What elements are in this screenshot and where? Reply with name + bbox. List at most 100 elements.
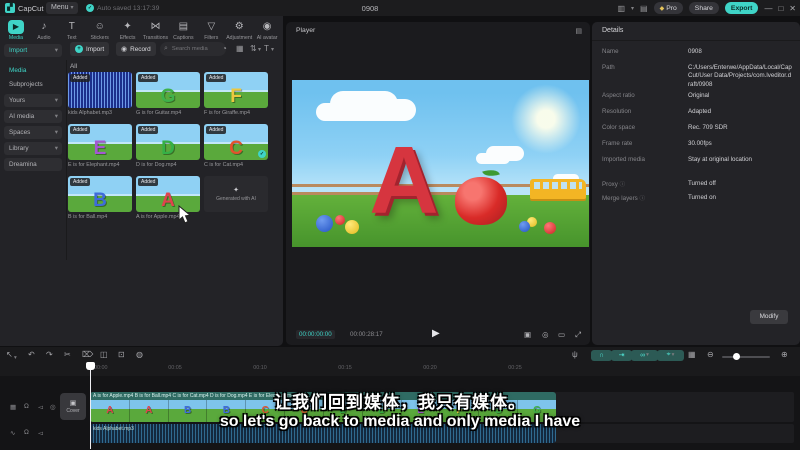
- crop-icon[interactable]: ⊡: [118, 350, 125, 360]
- player-display-icon[interactable]: ▤: [575, 27, 582, 35]
- sidebar-item-dreamina[interactable]: Dreamina: [4, 158, 62, 171]
- tab-label: Captions: [173, 35, 194, 41]
- mirror-icon[interactable]: ◫: [100, 350, 108, 360]
- media-item[interactable]: Added G G is for Guitar.mp4: [136, 72, 200, 116]
- media-thumbnail: Added D: [136, 124, 200, 160]
- mouse-cursor: [178, 205, 192, 224]
- snapshot-icon[interactable]: ▣: [524, 330, 531, 339]
- sort-caret-icon[interactable]: ▾: [258, 46, 261, 53]
- modify-button[interactable]: Modify: [750, 310, 788, 324]
- view-grid-icon[interactable]: ▦: [236, 44, 244, 53]
- link-toggle[interactable]: ∞ ▾: [631, 349, 658, 361]
- search-box[interactable]: ⌕: [160, 42, 226, 56]
- undo-icon[interactable]: ↶: [28, 350, 35, 360]
- layout-caret-icon[interactable]: ▾: [631, 5, 634, 12]
- export-button[interactable]: Export: [724, 2, 759, 14]
- media-item[interactable]: Added F F is for Giraffe.mp4: [204, 72, 268, 116]
- tab-label: Stickers: [90, 35, 109, 41]
- sidebar-import-dropdown[interactable]: Import ▾: [4, 44, 62, 57]
- info-icon[interactable]: ⓘ: [620, 182, 626, 188]
- detail-label-frame-rate: Frame rate: [602, 140, 633, 147]
- video-preview[interactable]: A: [292, 80, 589, 247]
- media-item[interactable]: Added C ✓ C is for Cat.mp4: [204, 124, 268, 168]
- media-item-name: G is for Guitar.mp4: [136, 110, 182, 116]
- detail-label-name: Name: [602, 48, 619, 55]
- split-icon[interactable]: ✂: [64, 350, 71, 360]
- media-item[interactable]: Added kids Alphabet.mp3: [68, 72, 132, 116]
- media-item[interactable]: Added D D is for Dog.mp4: [136, 124, 200, 168]
- type-filter-caret-icon[interactable]: ▾: [271, 46, 274, 53]
- ball-graphic: [315, 214, 333, 232]
- app-name: CapCut: [18, 4, 44, 13]
- added-badge: Added: [70, 126, 91, 134]
- redo-icon[interactable]: ↷: [46, 350, 53, 360]
- select-tool-icon[interactable]: ↖: [6, 350, 13, 360]
- share-button[interactable]: Share: [688, 2, 719, 14]
- preview-axis-toggle[interactable]: ⌖ ▾: [657, 349, 684, 361]
- sidebar-item-label: Subprojects: [9, 81, 43, 88]
- mask-icon[interactable]: ◍: [136, 350, 143, 360]
- playhead-handle[interactable]: [86, 362, 95, 370]
- media-item-name: F is for Giraffe.mp4: [204, 110, 251, 116]
- apple-leaf: [482, 167, 501, 180]
- detail-value-proxy: Turned off: [688, 180, 716, 187]
- sidebar-item-library[interactable]: Library ▾: [4, 142, 62, 155]
- delete-icon[interactable]: ⌦: [82, 350, 93, 360]
- magnet-toggle[interactable]: ∩: [591, 349, 612, 361]
- media-icon: ▶: [7, 20, 24, 34]
- sort-icon[interactable]: ⇅: [250, 44, 257, 53]
- remove-background-icon[interactable]: ◎: [542, 330, 549, 339]
- fullscreen-icon[interactable]: ⤢: [575, 330, 581, 340]
- text-icon: T: [68, 21, 75, 32]
- ratio-icon[interactable]: ▭: [558, 330, 565, 339]
- close-button[interactable]: ✕: [789, 4, 796, 13]
- voiceover-mic-icon[interactable]: ψ: [572, 350, 578, 360]
- zoom-in-icon[interactable]: ⊕: [781, 350, 788, 360]
- sidebar-item-ai-media[interactable]: AI media ▾: [4, 110, 62, 123]
- added-badge: Added: [70, 178, 91, 186]
- media-thumbnail: Added G: [136, 72, 200, 108]
- sidebar-import-label: Import: [9, 47, 28, 54]
- record-button[interactable]: ◉ Record: [116, 42, 156, 56]
- search-input[interactable]: [169, 45, 222, 53]
- detail-value-merge-layers: Turned on: [688, 194, 716, 201]
- zoom-slider-knob[interactable]: [733, 353, 740, 360]
- menu-button[interactable]: Menu ▾: [46, 2, 79, 14]
- cloud-saved-icon: ✓: [86, 4, 94, 12]
- titlebar-actions: ▥ ▾ ▤ ◆ Pro Share Export — □ ✕: [617, 0, 796, 16]
- minimize-button[interactable]: —: [764, 4, 772, 13]
- type-filter-icon[interactable]: T: [264, 44, 269, 53]
- proxy-label: Proxy: [602, 181, 618, 188]
- share-label: Share: [694, 4, 713, 12]
- render-preview-icon[interactable]: ▦: [688, 350, 696, 360]
- sidebar-item-subprojects[interactable]: Subprojects: [4, 78, 62, 91]
- generate-with-ai-card[interactable]: ✦ Generated with AI: [204, 176, 268, 212]
- play-button[interactable]: ▶: [432, 328, 440, 339]
- tab-label: Media: [8, 35, 24, 41]
- layout-full-icon[interactable]: ▤: [640, 4, 648, 13]
- detail-label-color-space: Color space: [602, 124, 636, 131]
- sidebar-item-label: Dreamina: [9, 161, 37, 168]
- auto-ripple-toggle[interactable]: ⇥: [611, 349, 632, 361]
- filter-icon[interactable]: ◔: [222, 44, 227, 53]
- import-button[interactable]: + Import: [70, 42, 110, 56]
- pro-button[interactable]: ◆ Pro: [653, 2, 683, 14]
- layout-split-icon[interactable]: ▥: [617, 4, 625, 13]
- detail-label-imported-media: Imported media: [602, 156, 645, 163]
- maximize-button[interactable]: □: [778, 4, 783, 13]
- merge-layers-label: Merge layers: [602, 195, 638, 202]
- chevron-down-icon: ▾: [54, 113, 58, 120]
- player-panel: Player ▤ A 00:00:00:00 00:00:28:17 ▶ ▣ ◎…: [286, 22, 590, 345]
- added-badge: Added: [138, 178, 159, 186]
- sidebar-item-spaces[interactable]: Spaces ▾: [4, 126, 62, 139]
- media-item[interactable]: Added B B is for Ball.mp4: [68, 176, 132, 220]
- info-icon[interactable]: ⓘ: [640, 196, 646, 202]
- sidebar-item-yours[interactable]: Yours ▾: [4, 94, 62, 107]
- zoom-slider[interactable]: [722, 356, 770, 358]
- select-tool-caret-icon[interactable]: ▾: [14, 353, 17, 363]
- zoom-out-icon[interactable]: ⊖: [707, 350, 714, 360]
- sidebar-item-media[interactable]: Media: [4, 64, 62, 77]
- media-item[interactable]: Added E E is for Elephant.mp4: [68, 124, 132, 168]
- project-title: 0908: [361, 4, 379, 13]
- timeline-ruler[interactable]: 00:00 00:05 00:10 00:15 00:20 00:25: [0, 363, 800, 376]
